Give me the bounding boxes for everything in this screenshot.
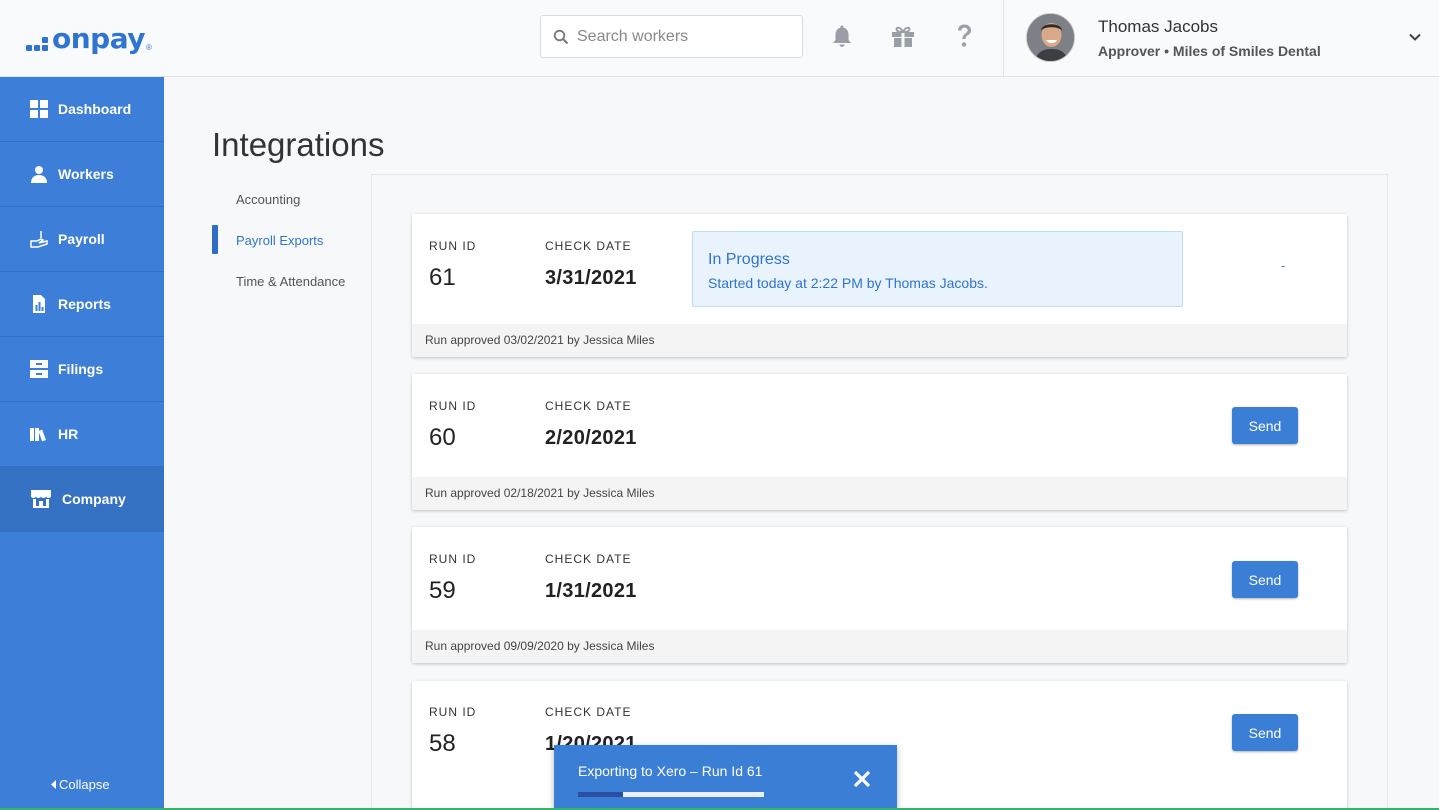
search-box[interactable] bbox=[540, 15, 803, 58]
user-name[interactable]: Thomas Jacobs bbox=[1098, 17, 1218, 37]
user-role: Approver • Miles of Smiles Dental bbox=[1098, 43, 1321, 59]
logo-mark bbox=[26, 36, 48, 51]
top-header: onpay ® Search workers Thomas Jacobs App… bbox=[0, 0, 1439, 77]
notifications-button[interactable] bbox=[829, 22, 855, 50]
check-date-label: CHECK DATE bbox=[545, 552, 632, 566]
logo-text: onpay bbox=[52, 22, 146, 55]
subnav-item-time-attendance[interactable]: Time & Attendance bbox=[212, 264, 362, 305]
run-id-label: RUN ID bbox=[429, 239, 477, 253]
sidebar-item-label: Reports bbox=[58, 296, 111, 312]
sidebar-item-workers[interactable]: Workers bbox=[0, 142, 164, 207]
search-input[interactable] bbox=[577, 27, 797, 46]
run-id-label: RUN ID bbox=[429, 705, 477, 719]
sidebar-item-filings[interactable]: Filings bbox=[0, 337, 164, 402]
page-title: Integrations bbox=[212, 126, 385, 163]
sidebar-item-company[interactable]: Company bbox=[0, 467, 164, 532]
send-button[interactable]: Send bbox=[1232, 407, 1298, 444]
payroll-icon bbox=[30, 231, 48, 248]
logo-registered: ® bbox=[146, 43, 152, 52]
company-icon bbox=[31, 490, 51, 508]
check-date-value: 2/20/2021 bbox=[545, 427, 637, 449]
sidebar-item-label: Dashboard bbox=[58, 101, 132, 117]
help-button[interactable] bbox=[951, 22, 977, 50]
chevron-down-icon[interactable] bbox=[1406, 28, 1424, 46]
check-date-label: CHECK DATE bbox=[545, 705, 632, 719]
run-approval-footer: Run approved 09/09/2020 by Jessica Miles bbox=[412, 630, 1347, 663]
run-id-label: RUN ID bbox=[429, 552, 477, 566]
toast-message: Exporting to Xero – Run Id 61 bbox=[578, 763, 763, 779]
question-icon bbox=[958, 24, 971, 47]
sidebar-item-hr[interactable]: HR bbox=[0, 402, 164, 467]
send-button[interactable]: Send bbox=[1232, 561, 1298, 598]
export-status-box: In Progress Started today at 2:22 PM by … bbox=[692, 231, 1183, 307]
status-subtitle: Started today at 2:22 PM by Thomas Jacob… bbox=[708, 275, 988, 291]
avatar[interactable] bbox=[1026, 13, 1075, 62]
reports-icon bbox=[33, 295, 45, 313]
subnav-item-payroll-exports[interactable]: Payroll Exports bbox=[212, 223, 362, 264]
sidebar-item-label: HR bbox=[58, 426, 79, 442]
run-approval-footer: Run approved 03/02/2021 by Jessica Miles bbox=[412, 324, 1347, 357]
run-id-value: 58 bbox=[429, 730, 456, 757]
search-icon bbox=[553, 29, 569, 44]
run-id-label: RUN ID bbox=[429, 399, 477, 413]
caret-left-icon bbox=[51, 780, 56, 789]
filings-icon bbox=[30, 360, 48, 378]
close-icon[interactable] bbox=[852, 769, 872, 789]
sidebar-item-label: Workers bbox=[58, 166, 114, 182]
run-card: RUN ID CHECK DATE 59 1/31/2021 Send Run … bbox=[412, 527, 1347, 663]
workers-icon bbox=[31, 166, 47, 183]
sidebar-item-payroll[interactable]: Payroll bbox=[0, 207, 164, 272]
collapse-label: Collapse bbox=[59, 777, 110, 792]
subnav-item-accounting[interactable]: Accounting bbox=[212, 182, 362, 223]
onpay-logo[interactable]: onpay ® bbox=[26, 22, 152, 55]
action-placeholder: - bbox=[1281, 258, 1286, 273]
status-title: In Progress bbox=[708, 251, 790, 268]
sidebar-item-dashboard[interactable]: Dashboard bbox=[0, 77, 164, 142]
sidebar-item-reports[interactable]: Reports bbox=[0, 272, 164, 337]
send-button[interactable]: Send bbox=[1232, 714, 1298, 751]
check-date-value: 1/31/2021 bbox=[545, 580, 637, 602]
check-date-label: CHECK DATE bbox=[545, 399, 632, 413]
rewards-button[interactable] bbox=[890, 22, 916, 50]
run-id-value: 60 bbox=[429, 424, 456, 451]
check-date-value: 3/31/2021 bbox=[545, 267, 637, 289]
export-progress-fill bbox=[578, 792, 623, 797]
user-photo-icon bbox=[1027, 14, 1074, 61]
run-id-value: 61 bbox=[429, 264, 456, 291]
sidebar-item-label: Company bbox=[62, 491, 126, 507]
integrations-subnav: Accounting Payroll Exports Time & Attend… bbox=[212, 182, 362, 305]
run-card: RUN ID CHECK DATE 61 3/31/2021 In Progre… bbox=[412, 214, 1347, 357]
export-progress-bar bbox=[578, 792, 764, 797]
bell-icon bbox=[833, 25, 851, 47]
header-divider bbox=[1003, 0, 1004, 77]
run-approval-footer: Run approved 02/18/2021 by Jessica Miles bbox=[412, 477, 1347, 510]
sidebar-item-label: Filings bbox=[58, 361, 104, 377]
dashboard-icon bbox=[30, 100, 48, 118]
check-date-label: CHECK DATE bbox=[545, 239, 632, 253]
collapse-button[interactable]: Collapse bbox=[50, 777, 110, 792]
gift-icon bbox=[892, 26, 914, 47]
export-toast: Exporting to Xero – Run Id 61 bbox=[554, 745, 897, 810]
sidebar: Dashboard Workers Payroll Reports Filing… bbox=[0, 77, 164, 810]
run-id-value: 59 bbox=[429, 577, 456, 604]
hr-icon bbox=[30, 428, 46, 442]
run-card: RUN ID CHECK DATE 60 2/20/2021 Send Run … bbox=[412, 374, 1347, 510]
sidebar-item-label: Payroll bbox=[58, 231, 105, 247]
